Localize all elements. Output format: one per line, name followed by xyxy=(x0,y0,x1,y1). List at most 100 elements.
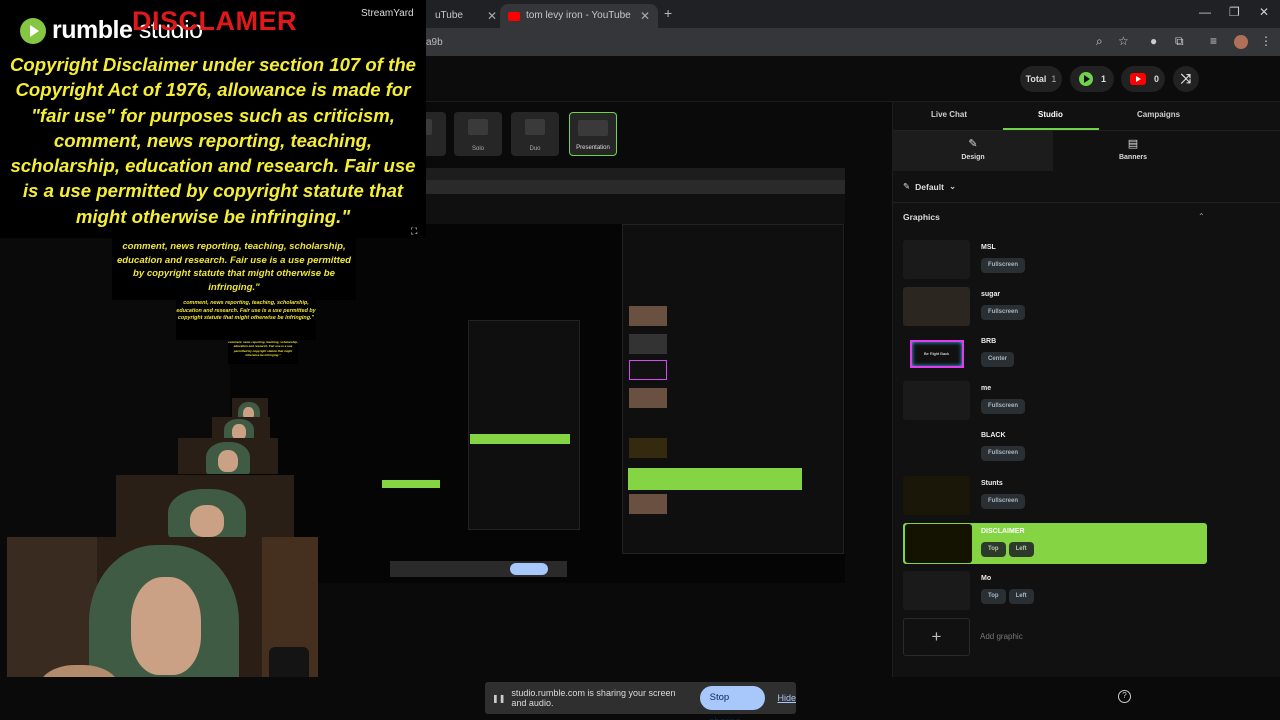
divider xyxy=(893,202,1280,203)
profile-avatar[interactable] xyxy=(1234,35,1248,49)
puzzle-icon[interactable]: ⧉ xyxy=(1175,34,1184,49)
youtube-destination-pill[interactable]: 0 xyxy=(1121,66,1165,92)
help-icon[interactable]: ? xyxy=(1118,690,1131,703)
disclaimer-echo-2: comment, news reporting, teaching, schol… xyxy=(176,300,316,340)
layout-label: Solo xyxy=(471,146,484,152)
graphic-name: Stunts xyxy=(981,480,1003,487)
shuffle-icon[interactable]: ⤨ xyxy=(1173,66,1199,92)
expand-icon[interactable]: ⛶ xyxy=(411,226,417,237)
minimize-icon[interactable]: — xyxy=(1199,5,1211,19)
extension-icon[interactable]: ● xyxy=(1150,34,1157,48)
close-window-icon[interactable]: ✕ xyxy=(1259,5,1269,19)
screen-share-notice: ❚❚ studio.rumble.com is sharing your scr… xyxy=(485,682,796,720)
tab-close-icon[interactable]: ✕ xyxy=(487,4,497,28)
tab-campaigns[interactable]: Campaigns xyxy=(1137,110,1180,119)
position-top-button[interactable]: Top xyxy=(981,589,1006,604)
graphic-item-msl[interactable]: MSL Fullscreen xyxy=(903,239,1207,281)
graphic-name: Mo xyxy=(981,575,992,582)
banner-icon: ▤ xyxy=(1127,138,1139,150)
url-text[interactable]: a9b xyxy=(426,37,443,48)
chevron-up-icon[interactable]: ⌃ xyxy=(1198,212,1205,221)
graphic-thumbnail xyxy=(903,240,970,279)
pencil-icon: ✎ xyxy=(968,138,978,150)
disclaimer-text: Copyright Disclaimer under section 107 o… xyxy=(9,54,417,227)
add-graphic-button[interactable]: + xyxy=(903,618,970,656)
graphic-thumbnail: Be Right Back xyxy=(903,334,970,373)
rumble-count: 1 xyxy=(1101,74,1107,84)
graphic-thumbnail xyxy=(903,428,970,467)
streamyard-label: StreamYard xyxy=(361,8,414,19)
layout-label: Presentation xyxy=(576,145,610,151)
rumble-brand: rumble xyxy=(52,16,133,44)
graphic-item-disclaimer-active[interactable]: DISCLAIMER Top Left xyxy=(903,523,1207,564)
layout-duo[interactable]: Duo xyxy=(511,112,559,156)
total-viewers-pill[interactable]: Total 1 xyxy=(1020,66,1062,92)
graphic-thumbnail xyxy=(905,524,972,563)
stop-sharing-button[interactable]: Stop sharing xyxy=(699,686,766,720)
tab-studio[interactable]: Studio xyxy=(1038,110,1063,119)
rumble-destination-pill[interactable]: 1 xyxy=(1070,66,1114,92)
total-count: 1 xyxy=(1051,74,1057,84)
edit-preset-icon: ✎ xyxy=(903,181,911,191)
youtube-icon xyxy=(1130,73,1146,85)
new-tab-icon[interactable]: + xyxy=(664,5,672,21)
browser-tab-youtube[interactable]: uTube ✕ xyxy=(425,4,505,28)
subtab-label: Banners xyxy=(1118,154,1147,161)
layout-presentation[interactable]: Presentation xyxy=(569,112,617,156)
zoom-icon[interactable]: ⌕ xyxy=(1096,34,1103,49)
graphic-thumbnail xyxy=(903,476,970,515)
total-label: Total xyxy=(1025,74,1047,84)
webcam-echo-4 xyxy=(116,475,294,537)
rumble-logo-icon xyxy=(20,17,46,44)
disclaimer-overlay: rumble studio DISCLAMER StreamYard Copyr… xyxy=(0,0,426,238)
graphic-thumbnail xyxy=(903,287,970,326)
position-fullscreen-button[interactable]: Fullscreen xyxy=(981,258,1026,273)
tab-title: uTube xyxy=(435,10,463,21)
tab-title: tom levy iron - YouTube xyxy=(526,10,631,21)
preset-dropdown[interactable]: ✎ Default ⌄ xyxy=(903,181,956,192)
graphic-name: sugar xyxy=(981,291,1001,298)
studio-side-panel: Live Chat Studio Campaigns ✎ Design ▤ Ba… xyxy=(892,102,1280,677)
subtab-design[interactable]: ✎ Design xyxy=(893,131,1053,171)
graphic-item-brb[interactable]: Be Right Back BRB Center xyxy=(903,333,1207,375)
position-fullscreen-button[interactable]: Fullscreen xyxy=(981,305,1026,320)
share-notice-text: studio.rumble.com is sharing your screen… xyxy=(511,688,676,708)
position-center-button[interactable]: Center xyxy=(981,352,1015,367)
chevron-down-icon: ⌄ xyxy=(948,181,957,191)
add-graphic-label[interactable]: Add graphic xyxy=(980,632,1023,641)
graphic-item-sugar[interactable]: sugar Fullscreen xyxy=(903,286,1207,328)
tab-close-icon[interactable]: ✕ xyxy=(640,4,650,28)
position-left-button[interactable]: Left xyxy=(1008,542,1034,557)
hide-link[interactable]: Hide xyxy=(777,693,796,703)
position-fullscreen-button[interactable]: Fullscreen xyxy=(981,399,1026,414)
brb-thumb-text: Be Right Back xyxy=(909,339,964,368)
menu-kebab-icon[interactable]: ⋮ xyxy=(1260,34,1272,48)
graphic-name: BLACK xyxy=(981,432,1006,439)
graphic-thumbnail xyxy=(903,571,970,610)
media-icon[interactable]: ≡ xyxy=(1210,34,1217,48)
graphic-item-me[interactable]: me Fullscreen xyxy=(903,380,1207,422)
bookmark-star-icon[interactable]: ☆ xyxy=(1118,34,1129,48)
position-fullscreen-button[interactable]: Fullscreen xyxy=(981,446,1026,461)
youtube-favicon-icon xyxy=(508,12,520,21)
graphic-name: me xyxy=(981,385,992,392)
layout-solo[interactable]: Solo xyxy=(454,112,502,156)
graphic-item-mo[interactable]: Mo Top Left xyxy=(903,570,1207,612)
graphic-item-black[interactable]: BLACK Fullscreen xyxy=(903,427,1207,469)
disclaimer-echo-1: comment, news reporting, teaching, schol… xyxy=(112,238,356,300)
graphic-item-stunts[interactable]: Stunts Fullscreen xyxy=(903,475,1207,517)
preset-label: Default xyxy=(915,181,944,192)
subtab-label: Design xyxy=(961,154,985,161)
restore-icon[interactable]: ❐ xyxy=(1229,5,1240,19)
graphic-name: BRB xyxy=(981,338,997,345)
disclaimer-echo-3: comment, news reporting, teaching, schol… xyxy=(228,340,298,364)
position-top-button[interactable]: Top xyxy=(981,542,1006,557)
browser-tab-tom-levy-iron[interactable]: tom levy iron - YouTube ✕ xyxy=(500,4,658,28)
graphic-thumbnail xyxy=(903,381,970,420)
webcam-echo-3 xyxy=(178,438,278,474)
position-left-button[interactable]: Left xyxy=(1008,589,1034,604)
tab-live-chat[interactable]: Live Chat xyxy=(931,110,967,119)
subtab-banners[interactable]: ▤ Banners xyxy=(1053,131,1213,171)
position-fullscreen-button[interactable]: Fullscreen xyxy=(981,494,1026,509)
disclaimer-title: DISCLAMER xyxy=(132,6,297,36)
